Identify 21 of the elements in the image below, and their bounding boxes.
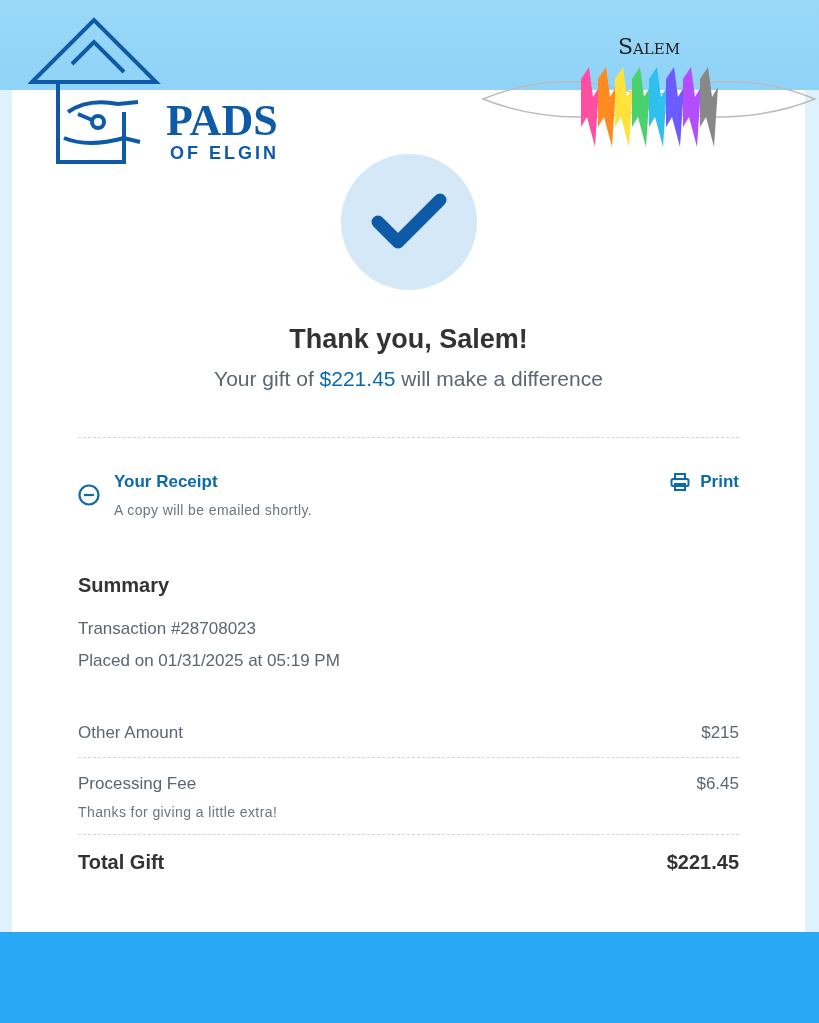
- receipt-note: A copy will be emailed shortly.: [114, 502, 314, 518]
- logo-title: PADS: [166, 99, 279, 143]
- gift-message: Your gift of $221.45 will make a difference: [213, 367, 604, 391]
- summary-heading: Summary: [78, 574, 171, 597]
- logo-title: Salem: [617, 34, 681, 59]
- print-button[interactable]: Print: [670, 472, 739, 492]
- transaction-number: Transaction #28708023: [78, 619, 257, 639]
- logo-subtitle: OF ELGIN: [170, 143, 279, 164]
- receipt-title: Your Receipt: [114, 472, 219, 492]
- collapse-icon[interactable]: [78, 484, 100, 506]
- printer-icon: [670, 472, 691, 492]
- line-amount: $6.45: [696, 774, 739, 794]
- line-label: Processing Fee: [78, 774, 197, 794]
- house-hands-logo-icon: [28, 16, 162, 166]
- line-amount: $215: [701, 723, 739, 743]
- line-note: Thanks for giving a little extra!: [78, 804, 279, 820]
- total-label: Total Gift: [78, 851, 165, 874]
- placed-date: Placed on 01/31/2025 at 05:19 PM: [78, 651, 341, 671]
- line-label: Other Amount: [78, 723, 183, 743]
- total-amount: $221.45: [666, 851, 739, 874]
- thank-you-heading: Thank you, Salem!: [288, 324, 529, 355]
